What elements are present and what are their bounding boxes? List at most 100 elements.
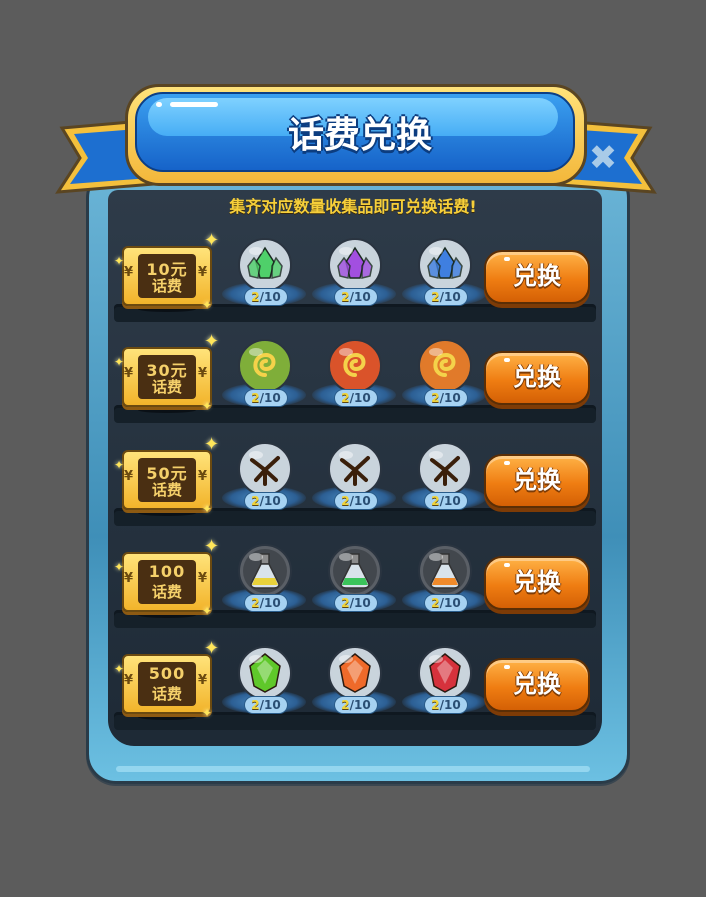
required-count: /10	[259, 698, 281, 712]
exchange-button[interactable]: 兑换	[484, 556, 590, 610]
button-gleam	[504, 665, 510, 669]
collectible-slot[interactable]: 2/10	[312, 440, 396, 522]
required-count: /10	[259, 290, 281, 304]
collected-count: 2	[431, 391, 440, 405]
collected-count: 2	[251, 494, 260, 508]
yen-icon: ¥	[198, 265, 208, 280]
sparkle-icon: ✦	[204, 230, 220, 251]
phone-credit-ticket: ¥ ¥ 500 话费	[122, 654, 212, 714]
exchange-button[interactable]: 兑换	[484, 250, 590, 304]
exchange-row: ¥ ¥ 500 话费 ✦ ✦ ✦ 2/10 2/10 2/10 兑换	[114, 638, 596, 744]
close-icon[interactable]: ✖	[583, 138, 623, 178]
yen-icon: ¥	[124, 469, 134, 484]
button-gleam	[504, 563, 510, 567]
phone-credit-ticket: ¥ ¥ 10元 话费	[122, 246, 212, 306]
collectible-slot[interactable]: 2/10	[402, 542, 486, 624]
instruction-text: 集齐对应数量收集品即可兑换话费!	[229, 197, 477, 216]
yen-icon: ¥	[198, 366, 208, 381]
collectible-slot[interactable]: 2/10	[222, 440, 306, 522]
exchange-button-label: 兑换	[513, 262, 561, 290]
sparkle-icon: ✦	[204, 638, 220, 659]
collectible-slot[interactable]: 2/10	[402, 644, 486, 726]
exchange-button-label: 兑换	[513, 466, 561, 494]
collected-count: 2	[431, 596, 440, 610]
sparkle-icon: ✦	[114, 560, 125, 574]
collect-progress: 2/10	[334, 594, 378, 612]
sparkle-icon: ✦	[202, 604, 213, 618]
phone-credit-ticket: ¥ ¥ 50元 话费	[122, 450, 212, 510]
collect-progress: 2/10	[244, 288, 288, 306]
collect-progress: 2/10	[424, 389, 468, 407]
required-count: /10	[439, 290, 461, 304]
button-gleam	[504, 257, 510, 261]
sparkle-icon: ✦	[202, 706, 213, 720]
collect-progress: 2/10	[334, 696, 378, 714]
required-count: /10	[439, 596, 461, 610]
dialog-title: 话费兑换	[287, 115, 432, 156]
exchange-button-label: 兑换	[513, 363, 561, 391]
collectible-slot[interactable]: 2/10	[312, 644, 396, 726]
collected-count: 2	[251, 596, 260, 610]
collectible-slot[interactable]: 2/10	[222, 644, 306, 726]
collected-count: 2	[341, 698, 350, 712]
collectible-slot[interactable]: 2/10	[312, 542, 396, 624]
ticket-shadow	[138, 612, 196, 618]
required-count: /10	[439, 698, 461, 712]
sparkle-icon: ✦	[114, 662, 125, 676]
collected-count: 2	[251, 290, 260, 304]
collect-progress: 2/10	[334, 389, 378, 407]
exchange-button[interactable]: 兑换	[484, 658, 590, 712]
yen-icon: ¥	[198, 673, 208, 688]
collect-progress: 2/10	[424, 288, 468, 306]
button-gleam	[504, 358, 510, 362]
ticket-amount: 100	[148, 562, 186, 581]
required-count: /10	[349, 391, 371, 405]
yen-icon: ¥	[124, 265, 134, 280]
required-count: /10	[259, 596, 281, 610]
sparkle-icon: ✦	[114, 254, 125, 268]
phone-credit-ticket: ¥ ¥ 30元 话费	[122, 347, 212, 407]
collect-progress: 2/10	[334, 492, 378, 510]
collectible-slot[interactable]: 2/10	[222, 236, 306, 318]
collected-count: 2	[431, 494, 440, 508]
exchange-row: ¥ ¥ 100 话费 ✦ ✦ ✦ 2/10 2/10 2/10 兑换	[114, 538, 596, 642]
sparkle-icon: ✦	[204, 331, 220, 352]
collectible-slot[interactable]: 2/10	[402, 440, 486, 522]
ticket-shadow	[138, 510, 196, 516]
collectible-slot[interactable]: 2/10	[312, 236, 396, 318]
banner-shine-dot	[156, 102, 162, 107]
sparkle-icon: ✦	[202, 399, 213, 413]
ticket-shadow	[138, 306, 196, 312]
sparkle-icon: ✦	[202, 502, 213, 516]
exchange-row: ¥ ¥ 50元 话费 ✦ ✦ ✦ 2/10 2/10 2/10 兑换	[114, 436, 596, 540]
required-count: /10	[349, 596, 371, 610]
exchange-row: ¥ ¥ 10元 话费 ✦ ✦ ✦ 2/10 2/10 2/10 兑换	[114, 230, 596, 336]
collect-progress: 2/10	[244, 594, 288, 612]
ticket-amount: 500	[148, 664, 186, 683]
required-count: /10	[439, 494, 461, 508]
exchange-button[interactable]: 兑换	[484, 351, 590, 405]
exchange-button[interactable]: 兑换	[484, 454, 590, 508]
collectible-slot[interactable]: 2/10	[222, 337, 306, 419]
ticket-label: 话费	[151, 481, 182, 499]
ticket-shadow	[138, 407, 196, 413]
sparkle-icon: ✦	[114, 355, 125, 369]
exchange-button-label: 兑换	[513, 568, 561, 596]
collect-progress: 2/10	[424, 696, 468, 714]
button-gleam	[504, 461, 510, 465]
required-count: /10	[349, 698, 371, 712]
collected-count: 2	[341, 391, 350, 405]
yen-icon: ¥	[124, 673, 134, 688]
collected-count: 2	[251, 391, 260, 405]
exchange-row: ¥ ¥ 30元 话费 ✦ ✦ ✦ 2/10 2/10 2/10 兑换	[114, 331, 596, 437]
sparkle-icon: ✦	[114, 458, 125, 472]
collectible-slot[interactable]: 2/10	[222, 542, 306, 624]
yen-icon: ¥	[198, 469, 208, 484]
sparkle-icon: ✦	[202, 298, 213, 312]
collectible-slot[interactable]: 2/10	[402, 236, 486, 318]
collectible-slot[interactable]: 2/10	[312, 337, 396, 419]
collected-count: 2	[341, 596, 350, 610]
collect-progress: 2/10	[334, 288, 378, 306]
collectible-slot[interactable]: 2/10	[402, 337, 486, 419]
collected-count: 2	[341, 290, 350, 304]
